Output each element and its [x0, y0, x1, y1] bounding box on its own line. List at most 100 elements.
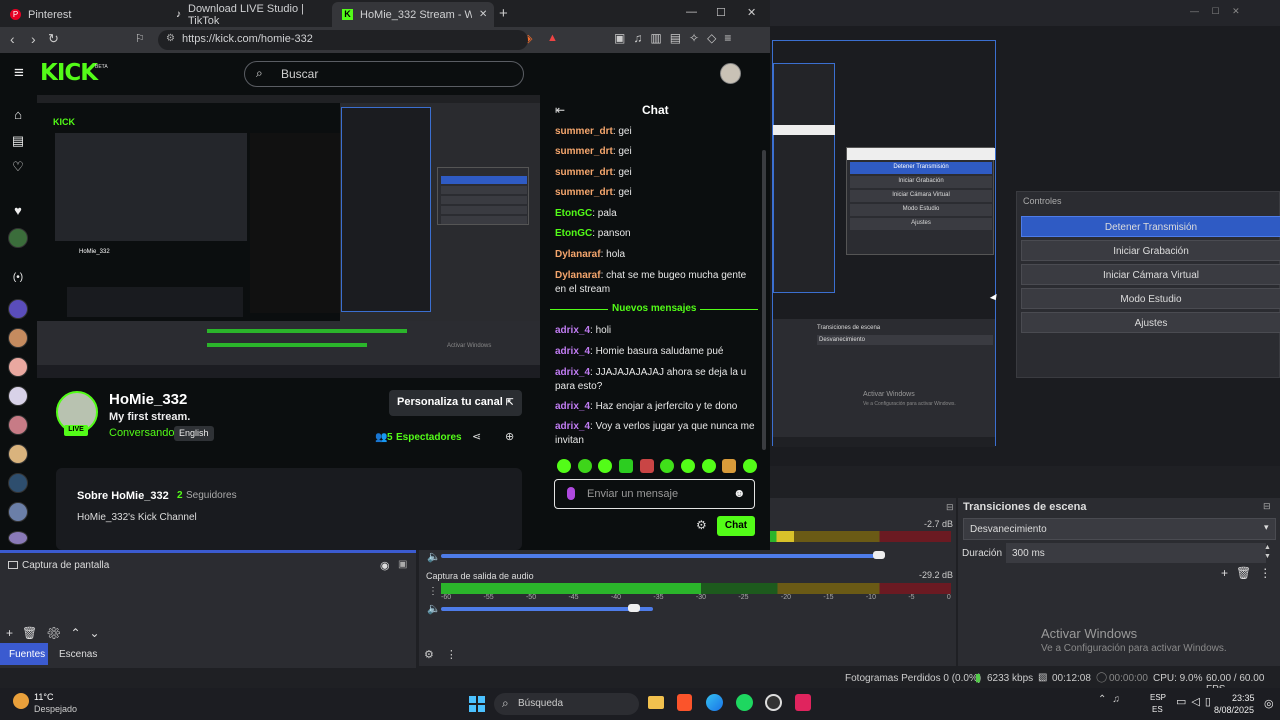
- system-tray[interactable]: ▭◁▯: [1176, 695, 1216, 708]
- source-item-label[interactable]: Captura de pantalla: [22, 560, 109, 571]
- site-info-icon[interactable]: ⚙: [166, 33, 175, 44]
- chat-username[interactable]: adrix_4: [555, 346, 590, 357]
- user-avatar[interactable]: [720, 63, 741, 84]
- volume-slider-2[interactable]: [441, 607, 653, 611]
- file-explorer-icon[interactable]: [648, 696, 664, 709]
- tab-kick[interactable]: K HoMie_332 Stream - Watch Live ✕: [332, 2, 494, 27]
- volume-icon[interactable]: ◁: [1191, 696, 1204, 708]
- weather-desc[interactable]: Despejado: [34, 704, 77, 714]
- tray-icons[interactable]: ⌃♫: [1098, 694, 1126, 705]
- chat-username[interactable]: Dylanaraf: [555, 249, 601, 260]
- tab-scenes[interactable]: Escenas: [50, 643, 100, 665]
- obs-window-controls[interactable]: — ☐ ✕: [1190, 6, 1240, 17]
- app-icon[interactable]: [795, 694, 811, 711]
- emote-icon[interactable]: [598, 459, 613, 473]
- weather-icon[interactable]: [13, 693, 29, 709]
- emote-icon[interactable]: [722, 459, 737, 473]
- reload-icon[interactable]: ↻: [48, 31, 59, 47]
- close-window-icon[interactable]: ✕: [747, 6, 756, 19]
- toolbar-icons[interactable]: ▣♫▥▤✧◇≡: [614, 31, 739, 45]
- clock-time[interactable]: 23:35: [1232, 693, 1255, 703]
- new-tab-icon[interactable]: +: [499, 5, 508, 22]
- followed-channel-avatar[interactable]: [8, 228, 28, 248]
- recommended-avatar-1[interactable]: [8, 299, 28, 319]
- url-field[interactable]: ⚙ https://kick.com/homie-332: [158, 30, 528, 50]
- start-icon[interactable]: [469, 696, 485, 712]
- transitions-toolbar[interactable]: +🗑⋮: [1221, 566, 1279, 580]
- chat-username[interactable]: summer_drt: [555, 126, 613, 137]
- tab-sources[interactable]: Fuentes: [0, 643, 48, 665]
- forward-icon[interactable]: ›: [31, 31, 36, 47]
- chat-username[interactable]: EtonGC: [555, 228, 592, 239]
- input-layout[interactable]: ES: [1152, 705, 1163, 714]
- browse-icon[interactable]: ▤: [8, 133, 28, 153]
- settings-button[interactable]: Ajustes: [1021, 312, 1280, 333]
- up-icon[interactable]: ⌃: [70, 626, 89, 640]
- chat-username[interactable]: Dylanaraf: [555, 270, 601, 281]
- add-transition-button[interactable]: +: [1221, 566, 1236, 580]
- emote-icon[interactable]: [618, 459, 633, 473]
- emote-icon[interactable]: [577, 459, 592, 473]
- chat-message-input[interactable]: Enviar un mensaje ☻: [554, 479, 755, 509]
- tab-pinterest[interactable]: P Pinterest: [0, 2, 165, 27]
- remove-transition-icon[interactable]: 🗑: [1236, 566, 1259, 580]
- trash-icon[interactable]: 🗑: [22, 626, 46, 640]
- clock-date[interactable]: 8/08/2025: [1214, 705, 1254, 715]
- emote-icon[interactable]: [742, 459, 757, 473]
- kebab-icon-2[interactable]: ⋮: [428, 586, 438, 597]
- mixer-toolbar[interactable]: ⚙⋮: [424, 648, 469, 661]
- duration-input[interactable]: 300 ms: [1006, 543, 1266, 563]
- edge-icon[interactable]: [706, 694, 723, 711]
- lock-icon[interactable]: ▣: [398, 559, 407, 570]
- chat-username[interactable]: summer_drt: [555, 146, 613, 157]
- chevron-up-icon[interactable]: ⌃: [1098, 694, 1112, 705]
- recommended-avatar-7[interactable]: [8, 473, 28, 493]
- speaker-icon-1[interactable]: 🔈: [427, 550, 441, 563]
- emote-icon[interactable]: [701, 459, 716, 473]
- obs-icon[interactable]: [765, 694, 782, 711]
- chat-username[interactable]: adrix_4: [555, 367, 590, 378]
- hamburger-icon[interactable]: ≡: [14, 63, 24, 83]
- duration-stepper[interactable]: ▲ ▼: [1264, 543, 1271, 561]
- eye-icon[interactable]: ◉: [380, 559, 390, 572]
- chat-username[interactable]: summer_drt: [555, 187, 613, 198]
- follow-user-icon[interactable]: ⊕: [505, 430, 514, 443]
- language-tag[interactable]: English: [174, 426, 214, 441]
- emote-icon[interactable]: [639, 459, 654, 473]
- kick-logo[interactable]: KICK: [40, 60, 98, 86]
- reader-icon[interactable]: ▣: [614, 31, 633, 45]
- recommended-avatar-4[interactable]: [8, 386, 28, 406]
- streamer-name[interactable]: HoMie_332: [109, 391, 187, 408]
- transitions-kebab-icon[interactable]: ⋮: [1259, 566, 1279, 580]
- network-icon[interactable]: ▭: [1176, 696, 1191, 708]
- chat-username[interactable]: adrix_4: [555, 325, 590, 336]
- speaker-icon-2[interactable]: 🔈: [427, 602, 441, 615]
- emoji-icon[interactable]: ☻: [733, 486, 746, 500]
- close-tab-icon[interactable]: ✕: [479, 9, 487, 20]
- gear-icon[interactable]: ⚙: [46, 626, 70, 640]
- chat-settings-icon[interactable]: ⚙: [696, 518, 707, 532]
- following-icon[interactable]: ♡: [8, 159, 28, 179]
- sidebar-icon[interactable]: ▥: [650, 31, 669, 45]
- stop-stream-button[interactable]: Detener Transmisión: [1021, 216, 1280, 237]
- microphone-tray-icon[interactable]: ♫: [1112, 694, 1126, 705]
- maximize-icon[interactable]: ☐: [716, 6, 726, 19]
- media-icon[interactable]: ♫: [633, 31, 650, 45]
- mixer-kebab-icon[interactable]: ⋮: [446, 649, 469, 661]
- notification-icon[interactable]: ◎: [1264, 697, 1274, 710]
- mixer-menu-icon[interactable]: ⊟: [946, 502, 954, 513]
- stream-video-player[interactable]: KICK HoMie_332 Activar Windows: [37, 95, 540, 378]
- virtual-camera-button[interactable]: Iniciar Cámara Virtual: [1021, 264, 1280, 285]
- input-language[interactable]: ESP: [1150, 693, 1166, 702]
- tab-tiktok[interactable]: ♪ Download LIVE Studio | TikTok: [166, 2, 331, 27]
- volume-slider-1[interactable]: [441, 554, 881, 558]
- share-icon[interactable]: ⋖: [472, 430, 481, 443]
- volume-handle-2[interactable]: [628, 604, 640, 612]
- stream-category[interactable]: Conversando: [109, 427, 174, 439]
- mixer-gear-icon[interactable]: ⚙: [424, 649, 446, 661]
- sources-toolbar[interactable]: +🗑⚙⌃⌄: [6, 626, 109, 640]
- customize-channel-button[interactable]: Personaliza tu canal ⇱: [389, 390, 522, 416]
- home-icon[interactable]: ⌂: [8, 107, 28, 127]
- chat-username[interactable]: EtonGC: [555, 208, 592, 219]
- recommended-avatar-5[interactable]: [8, 415, 28, 435]
